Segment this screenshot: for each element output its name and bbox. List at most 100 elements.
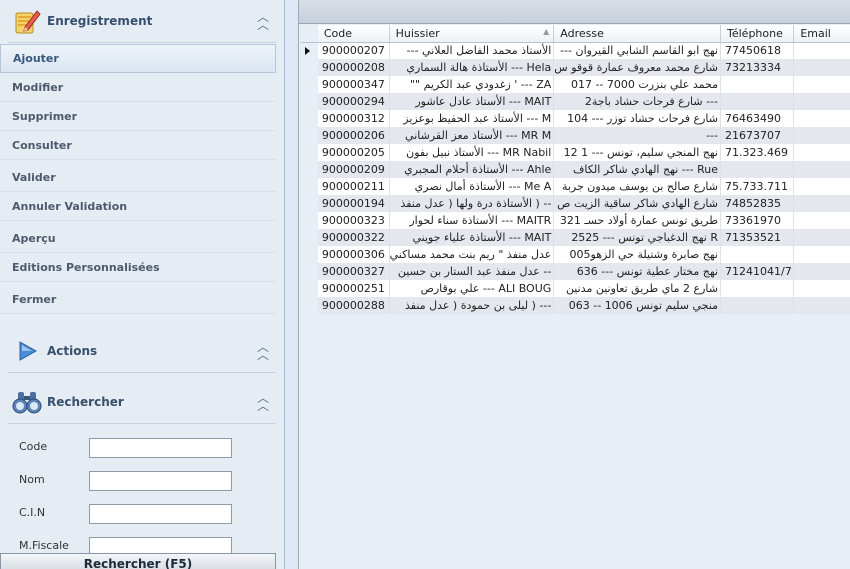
cell-telephone[interactable] — [720, 246, 795, 263]
cell-code[interactable]: 900000209 — [317, 161, 390, 178]
cell-huissier[interactable]: MAIT --- الأستاذ عادل عاشور — [389, 93, 555, 110]
cell-telephone[interactable] — [720, 161, 795, 178]
row-indicator[interactable] — [301, 229, 318, 246]
cell-code[interactable]: 900000206 — [317, 127, 390, 144]
cell-adresse[interactable]: R نهج الدغباجي تونس --- 2525 — [553, 229, 721, 246]
cell-adresse[interactable]: Rue --- نهج الهادي شاكر الكاف — [553, 161, 721, 178]
cell-adresse[interactable]: شارع الهادي شاكر ساقية الزيت ص — [553, 195, 721, 212]
row-indicator[interactable] — [301, 110, 318, 127]
cell-telephone[interactable] — [720, 93, 795, 110]
cell-telephone[interactable]: 71241041/7 — [720, 263, 795, 280]
cell-telephone[interactable]: 71353521 — [720, 229, 795, 246]
cell-huissier[interactable]: MR Nabil --- الأستاذ نبيل بفون — [389, 144, 555, 161]
cell-telephone[interactable] — [720, 76, 795, 93]
table-row[interactable]: 900000312 M --- الأستاذ عبد الحفيظ بوعزيز… — [301, 110, 850, 127]
cell-huissier[interactable]: MR M --- الأستاذ معز القرشاني — [389, 127, 555, 144]
column-header-code[interactable]: Code — [317, 25, 390, 43]
menu-item-annuler-validation[interactable]: Annuler Validation — [0, 192, 276, 221]
cell-huissier[interactable]: M --- الأستاذ عبد الحفيظ بوعزيز — [389, 110, 555, 127]
cell-code[interactable]: 900000251 — [317, 280, 390, 297]
menu-item-valider[interactable]: Valider — [0, 163, 276, 192]
cell-huissier[interactable]: -- عدل منفذ عبد الستار بن حسين — [389, 263, 555, 280]
cell-adresse[interactable]: --- شارع فرحات حشاد باجة2 — [553, 93, 721, 110]
cell-adresse[interactable]: نهج صابرة وشتيلة حي الزهو005 — [553, 246, 721, 263]
table-row[interactable]: 900000211 Me A --- الأستاذة أمال نصري شارع… — [301, 178, 850, 195]
column-header-adresse[interactable]: Adresse — [553, 25, 721, 43]
column-header-huissier[interactable]: Huissier ▲ — [389, 25, 555, 43]
cell-huissier[interactable]: MAIT --- الأستاذة علياء جويني — [389, 229, 555, 246]
cell-adresse[interactable]: نهج المنجي سليم، تونس --- 1 12 — [553, 144, 721, 161]
cell-adresse[interactable]: طريق تونس عمارة أولاد حسـ 321 — [553, 212, 721, 229]
table-row[interactable]: 900000322 MAIT --- الأستاذة علياء جويني R … — [301, 229, 850, 246]
collapse-chevron-icon[interactable]: ︿ ︿ — [257, 341, 269, 361]
cell-email[interactable] — [793, 110, 850, 127]
table-row[interactable]: 900000208 Hela --- الأستاذة هالة السماري ش… — [301, 59, 850, 76]
cell-telephone[interactable]: 73361970 — [720, 212, 795, 229]
cell-code[interactable]: 900000306 — [317, 246, 390, 263]
cell-code[interactable]: 900000322 — [317, 229, 390, 246]
cell-email[interactable] — [793, 212, 850, 229]
rechercher-header[interactable]: Rechercher ︿ ︿ — [0, 381, 284, 423]
cell-huissier[interactable]: -- ( الأستاذة درة ولها ( عدل منفذ — [389, 195, 555, 212]
cell-email[interactable] — [793, 229, 850, 246]
row-indicator[interactable] — [301, 263, 318, 280]
cell-adresse[interactable]: نهج ابو القاسم الشابي القيروان --- — [553, 42, 721, 59]
cell-code[interactable]: 900000207 — [317, 42, 390, 59]
cell-telephone[interactable]: 73213334 — [720, 59, 795, 76]
table-row[interactable]: 900000251 ALI BOUG --- علي بوقارص شارع 2 م… — [301, 280, 850, 297]
cin-input[interactable] — [89, 504, 232, 524]
cell-code[interactable]: 900000312 — [317, 110, 390, 127]
cell-huissier[interactable]: MAITR --- الأستاذة سناء لحوار — [389, 212, 555, 229]
cell-code[interactable]: 900000211 — [317, 178, 390, 195]
row-indicator[interactable] — [301, 161, 318, 178]
menu-item-consulter[interactable]: Consulter — [0, 131, 276, 160]
cell-code[interactable]: 900000288 — [317, 297, 390, 314]
cell-adresse[interactable]: شارع 2 ماي طريق تعاونين مدنين — [553, 280, 721, 297]
rechercher-button[interactable]: Rechercher (F5) — [0, 553, 276, 569]
cell-email[interactable] — [793, 297, 850, 314]
row-indicator[interactable] — [301, 297, 318, 314]
table-row[interactable]: 900000327 -- عدل منفذ عبد الستار بن حسين ن… — [301, 263, 850, 280]
menu-item-ajouter[interactable]: Ajouter — [0, 44, 276, 73]
row-indicator[interactable] — [301, 76, 318, 93]
cell-email[interactable] — [793, 93, 850, 110]
cell-adresse[interactable]: محمد علي بنزرت 7000 -- 017 — [553, 76, 721, 93]
table-row[interactable]: 900000288 --- ( ليلى بن حمودة ( عدل منفذ م… — [301, 297, 850, 314]
cell-adresse[interactable]: --- — [553, 127, 721, 144]
actions-header[interactable]: Actions ︿ ︿ — [0, 330, 284, 372]
table-row[interactable]: 900000347 ZA --- ' زغدودي عبد الكريم "" مح… — [301, 76, 850, 93]
enregistrement-header[interactable]: Enregistrement ︿ ︿ — [0, 0, 284, 42]
row-indicator[interactable] — [301, 212, 318, 229]
cell-telephone[interactable] — [720, 297, 795, 314]
cell-huissier[interactable]: Hela --- الأستاذة هالة السماري — [389, 59, 555, 76]
row-indicator[interactable] — [301, 178, 318, 195]
cell-adresse[interactable]: شارع فرحات حشاد توزر --- 104 — [553, 110, 721, 127]
cell-adresse[interactable]: نهج مختار عطية تونس --- 636 — [553, 263, 721, 280]
row-indicator[interactable] — [301, 42, 318, 59]
cell-telephone[interactable]: 71.323.469 — [720, 144, 795, 161]
cell-code[interactable]: 900000323 — [317, 212, 390, 229]
cell-email[interactable] — [793, 127, 850, 144]
menu-item-modifier[interactable]: Modifier — [0, 73, 276, 102]
menu-item-apercu[interactable]: Aperçu — [0, 224, 276, 253]
cell-code[interactable]: 900000208 — [317, 59, 390, 76]
menu-item-editions-personnalisees[interactable]: Editions Personnalisées — [0, 253, 276, 282]
table-row[interactable]: 900000194 -- ( الأستاذة درة ولها ( عدل من… — [301, 195, 850, 212]
cell-code[interactable]: 900000327 — [317, 263, 390, 280]
code-input[interactable] — [89, 438, 232, 458]
collapse-chevron-icon[interactable]: ︿ ︿ — [257, 11, 269, 31]
cell-telephone[interactable]: 75.733.711 — [720, 178, 795, 195]
cell-adresse[interactable]: شارع محمد معروف عمارة قوقو س — [553, 59, 721, 76]
menu-item-supprimer[interactable]: Supprimer — [0, 102, 276, 131]
cell-email[interactable] — [793, 42, 850, 59]
cell-email[interactable] — [793, 263, 850, 280]
row-indicator[interactable] — [301, 93, 318, 110]
cell-email[interactable] — [793, 161, 850, 178]
cell-telephone[interactable]: 74852835 — [720, 195, 795, 212]
cell-huissier[interactable]: Me A --- الأستاذة أمال نصري — [389, 178, 555, 195]
cell-huissier[interactable]: ALI BOUG --- علي بوقارص — [389, 280, 555, 297]
cell-email[interactable] — [793, 246, 850, 263]
column-header-email[interactable]: Email — [793, 25, 850, 43]
cell-adresse[interactable]: شارع صالح بن يوسف ميدون جربة — [553, 178, 721, 195]
cell-code[interactable]: 900000294 — [317, 93, 390, 110]
